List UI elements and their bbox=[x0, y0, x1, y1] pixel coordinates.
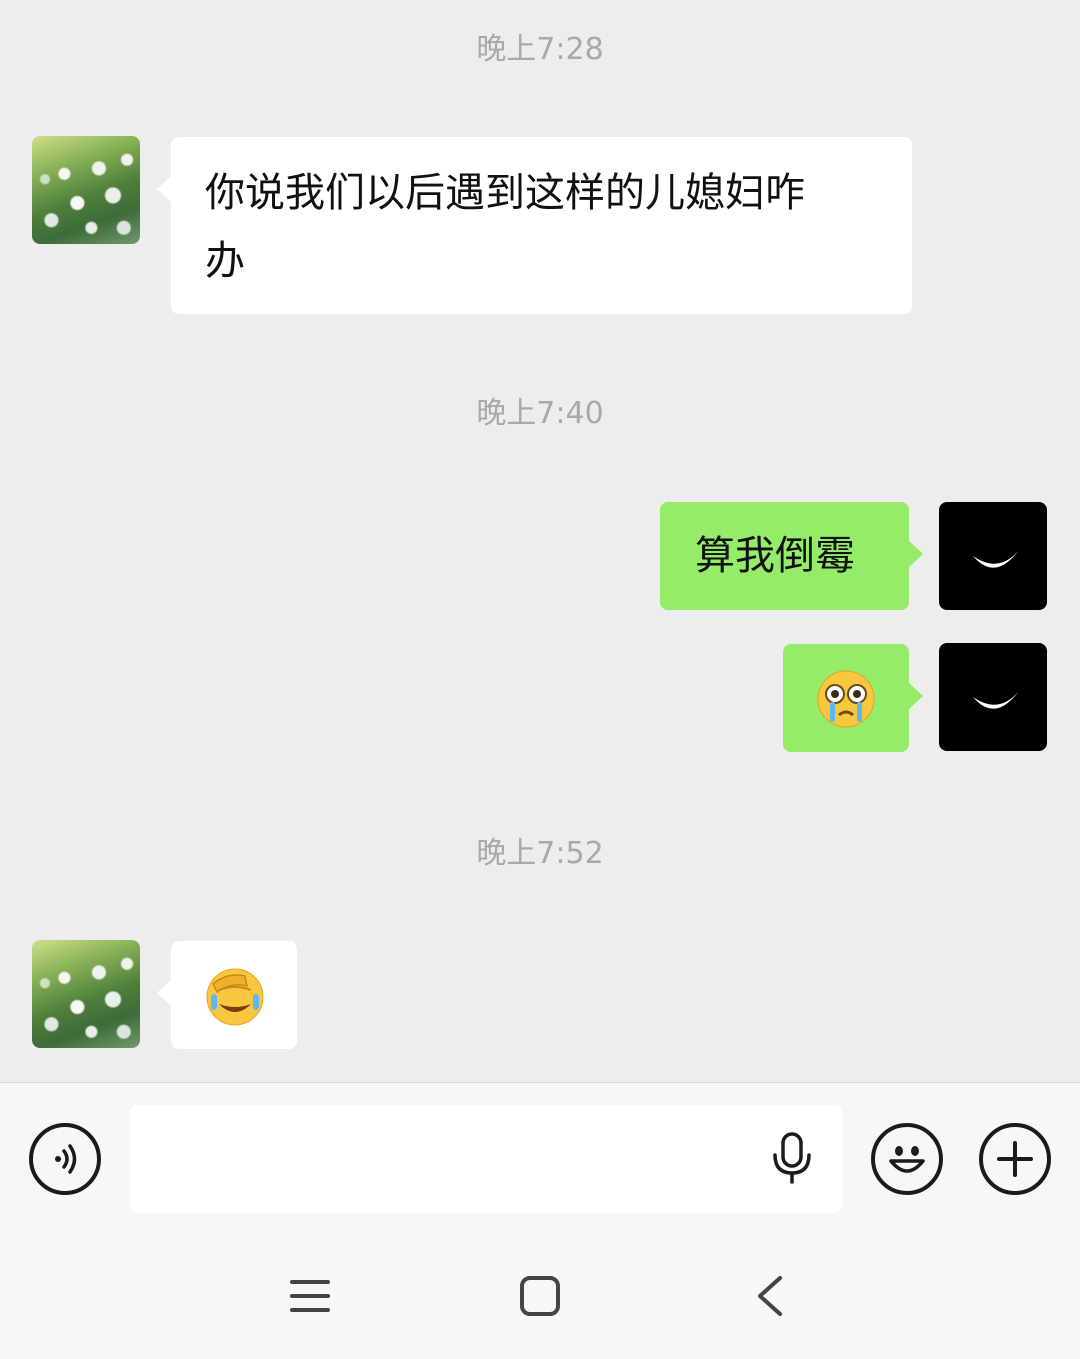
crescent-moon-icon bbox=[973, 550, 1019, 568]
message-text: 算我倒霉 bbox=[695, 533, 855, 579]
self-avatar[interactable] bbox=[939, 502, 1047, 610]
more-button[interactable] bbox=[979, 1123, 1051, 1195]
back-icon bbox=[758, 1276, 782, 1316]
crescent-moon-icon bbox=[973, 691, 1019, 709]
message-bubble-received[interactable]: 你说我们以后遇到这样的儿媳妇咋 办 bbox=[157, 137, 912, 314]
recent-apps-button[interactable] bbox=[288, 1276, 332, 1320]
smiley-icon bbox=[889, 1146, 925, 1173]
system-nav-bar bbox=[0, 1236, 1080, 1359]
self-avatar[interactable] bbox=[939, 643, 1047, 751]
contact-avatar[interactable] bbox=[32, 940, 140, 1048]
emoji-button[interactable] bbox=[871, 1123, 943, 1195]
facepalm-laughing-icon bbox=[206, 968, 264, 1026]
voice-input-button[interactable] bbox=[770, 1131, 814, 1189]
timestamp: 晚上7:40 bbox=[476, 396, 604, 431]
timestamp: 晚上7:28 bbox=[476, 32, 604, 67]
message-list[interactable]: 晚上7:28 你说我们以后遇到这样的儿媳妇咋 办 晚上7:40 算我倒霉 晚上7… bbox=[0, 0, 1080, 1082]
timestamp: 晚上7:52 bbox=[476, 836, 604, 871]
message-text-line: 你说我们以后遇到这样的儿媳妇咋 bbox=[205, 170, 805, 216]
menu-icon bbox=[290, 1280, 330, 1312]
microphone-icon bbox=[773, 1132, 811, 1184]
input-bar bbox=[0, 1082, 1080, 1236]
back-button[interactable] bbox=[752, 1274, 788, 1322]
voice-mode-button[interactable] bbox=[29, 1123, 101, 1195]
home-button[interactable] bbox=[518, 1274, 562, 1322]
home-icon bbox=[520, 1276, 560, 1316]
message-text-line: 办 bbox=[205, 238, 245, 284]
message-bubble-received[interactable] bbox=[157, 941, 297, 1049]
message-bubble-sent[interactable] bbox=[783, 644, 923, 752]
chat-screen: 晚上7:28 你说我们以后遇到这样的儿媳妇咋 办 晚上7:40 算我倒霉 晚上7… bbox=[0, 0, 1080, 1359]
message-bubble-sent[interactable]: 算我倒霉 bbox=[660, 502, 923, 610]
message-input[interactable] bbox=[130, 1105, 842, 1213]
voice-mode-icon bbox=[55, 1144, 77, 1174]
crying-face-icon bbox=[817, 670, 875, 728]
plus-icon bbox=[997, 1141, 1033, 1177]
contact-avatar[interactable] bbox=[32, 136, 140, 244]
